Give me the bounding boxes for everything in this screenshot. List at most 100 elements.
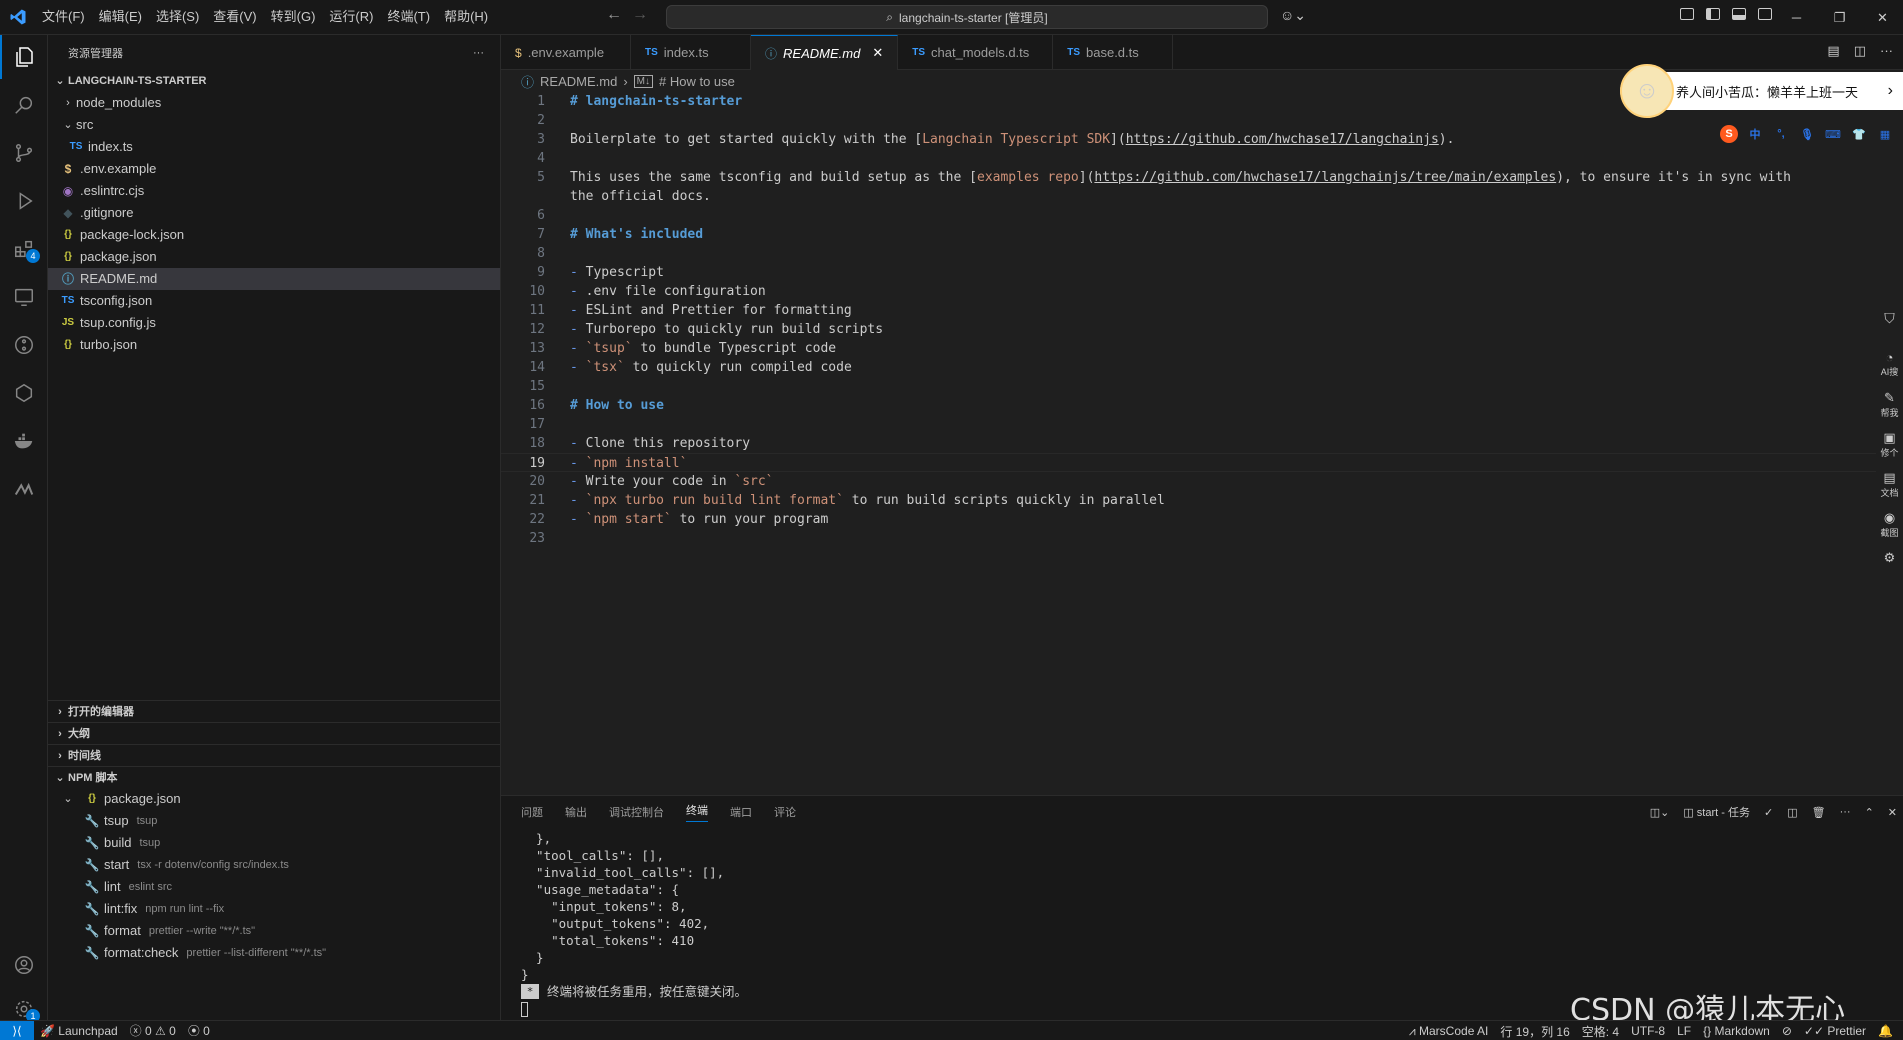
- close-window-icon[interactable]: ✕: [1861, 0, 1903, 35]
- tab-index-ts[interactable]: TS index.ts: [631, 35, 751, 70]
- tree-item-readme[interactable]: ⓘ README.md: [48, 268, 500, 290]
- indentation[interactable]: 空格: 4: [1576, 1023, 1625, 1040]
- npm-script-item[interactable]: 🔧 format:check prettier --list-different "…: [48, 942, 500, 964]
- tree-item-tsconfig[interactable]: TS tsconfig.json: [48, 290, 500, 312]
- settings-gear-icon[interactable]: ⚙: [1876, 550, 1903, 590]
- section-timeline[interactable]: › 时间线: [48, 744, 500, 766]
- code-line[interactable]: 21 - `npx turbo run build lint format` to…: [501, 491, 1903, 510]
- toggle-panel-icon[interactable]: [1732, 8, 1746, 20]
- cursor-position[interactable]: 行 19，列 16: [1494, 1023, 1575, 1040]
- minimize-icon[interactable]: ─: [1775, 0, 1818, 35]
- tab-readme[interactable]: ⓘ README.md ✕: [751, 35, 899, 70]
- toolbox-icon[interactable]: ▦: [1876, 125, 1894, 143]
- menu-help[interactable]: 帮助(H): [437, 5, 495, 29]
- document-tool[interactable]: ▤ 文档: [1876, 470, 1903, 510]
- code-line[interactable]: 14 - `tsx` to quickly run compiled code: [501, 358, 1903, 377]
- code-line[interactable]: 2: [501, 111, 1903, 130]
- notifications-bell-icon[interactable]: 🔔: [1872, 1024, 1899, 1038]
- tree-item-package-json[interactable]: {} package.json: [48, 246, 500, 268]
- code-line[interactable]: 18 - Clone this repository: [501, 434, 1903, 453]
- tab-ports[interactable]: 端口: [730, 804, 752, 820]
- menu-edit[interactable]: 编辑(E): [92, 5, 149, 29]
- code-line[interactable]: 15: [501, 377, 1903, 396]
- marscode-item[interactable]: ⩘ MarsCode AI: [1403, 1024, 1494, 1039]
- tree-item-index-ts[interactable]: TS index.ts: [48, 136, 500, 158]
- menu-selection[interactable]: 选择(S): [149, 5, 206, 29]
- close-panel-icon[interactable]: ✕: [1888, 806, 1897, 819]
- accounts-icon[interactable]: [0, 943, 48, 987]
- menu-file[interactable]: 文件(F): [35, 5, 92, 29]
- tab-env-example[interactable]: $ .env.example: [501, 35, 631, 70]
- toggle-secondary-sidebar-icon[interactable]: [1758, 8, 1772, 20]
- docker-icon[interactable]: [0, 419, 48, 463]
- tree-item-package-lock[interactable]: {} package-lock.json: [48, 224, 500, 246]
- tree-item-tsup-config[interactable]: JS tsup.config.js: [48, 312, 500, 334]
- punctuation-icon[interactable]: °,: [1772, 125, 1790, 143]
- breadcrumb-file[interactable]: README.md: [540, 74, 617, 89]
- code-line[interactable]: 11 - ESLint and Prettier for formatting: [501, 301, 1903, 320]
- menu-view[interactable]: 查看(V): [206, 5, 263, 29]
- search-view-icon[interactable]: [0, 83, 48, 127]
- tab-output[interactable]: 输出: [565, 804, 587, 820]
- code-line[interactable]: 7 # What's included: [501, 225, 1903, 244]
- terminal-task-selector[interactable]: ◫ start - 任务: [1683, 804, 1750, 820]
- tree-item-gitignore[interactable]: ◆ .gitignore: [48, 202, 500, 224]
- git-graph-icon[interactable]: [0, 323, 48, 367]
- tab-terminal[interactable]: 终端: [686, 802, 708, 822]
- tree-item-turbo-json[interactable]: {} turbo.json: [48, 334, 500, 356]
- layout-dropdown-icon[interactable]: ◫⌄: [1650, 806, 1670, 819]
- shield-icon[interactable]: ⛉: [1876, 310, 1903, 350]
- skin-icon[interactable]: 👕: [1850, 125, 1868, 143]
- code-line[interactable]: the official docs.: [501, 187, 1903, 206]
- tab-comments[interactable]: 评论: [774, 804, 796, 820]
- menu-run[interactable]: 运行(R): [322, 5, 380, 29]
- code-line[interactable]: 23: [501, 529, 1903, 548]
- trash-icon[interactable]: 🗑: [1812, 806, 1826, 819]
- tree-item-src[interactable]: ⌄ src: [48, 114, 500, 136]
- maximize-panel-icon[interactable]: ⌃: [1865, 806, 1874, 819]
- close-tab-icon[interactable]: ✕: [872, 45, 883, 61]
- npm-script-item[interactable]: 🔧 build tsup: [48, 832, 500, 854]
- fix-image-tool[interactable]: ▣ 修个: [1876, 430, 1903, 470]
- ai-search-tool[interactable]: ◔ AI搜: [1876, 350, 1903, 390]
- section-outline[interactable]: › 大纲: [48, 722, 500, 744]
- code-line[interactable]: 10 - .env file configuration: [501, 282, 1903, 301]
- npm-script-item[interactable]: 🔧 format prettier --write "**/*.ts": [48, 920, 500, 942]
- source-control-icon[interactable]: [0, 131, 48, 175]
- keyboard-icon[interactable]: ⌨: [1824, 125, 1842, 143]
- project-root[interactable]: ⌄ LANGCHAIN-TS-STARTER: [48, 70, 500, 92]
- code-line[interactable]: 9 - Typescript: [501, 263, 1903, 282]
- chevron-right-icon[interactable]: ›: [1888, 82, 1893, 100]
- encoding[interactable]: UTF-8: [1625, 1024, 1671, 1038]
- code-line[interactable]: 3 Boilerplate to get started quickly with…: [501, 130, 1903, 149]
- split-terminal-icon[interactable]: ◫: [1787, 806, 1797, 819]
- marscode-icon[interactable]: [0, 467, 48, 511]
- more-actions-icon[interactable]: ···: [473, 47, 484, 59]
- end-of-line[interactable]: LF: [1671, 1024, 1697, 1038]
- tree-item-eslintrc[interactable]: ◉ .eslintrc.cjs: [48, 180, 500, 202]
- section-npm-scripts[interactable]: ⌄ NPM 脚本: [48, 766, 500, 788]
- menu-go[interactable]: 转到(G): [264, 5, 323, 29]
- code-line[interactable]: 17: [501, 415, 1903, 434]
- remote-explorer-icon[interactable]: [0, 275, 48, 319]
- language-mode[interactable]: {} Markdown: [1697, 1024, 1776, 1038]
- run-debug-icon[interactable]: [0, 179, 48, 223]
- terminal-output[interactable]: }, "tool_calls": [], "invalid_tool_calls…: [521, 830, 747, 1017]
- section-open-editors[interactable]: › 打开的编辑器: [48, 700, 500, 722]
- code-line[interactable]: 6: [501, 206, 1903, 225]
- code-line[interactable]: 12 - Turborepo to quickly run build scrip…: [501, 320, 1903, 339]
- npm-script-item[interactable]: 🔧 start tsx -r dotenv/config src/index.ts: [48, 854, 500, 876]
- code-line[interactable]: 8: [501, 244, 1903, 263]
- testing-icon[interactable]: [0, 371, 48, 415]
- split-editor-icon[interactable]: ◫: [1854, 43, 1866, 59]
- help-write-tool[interactable]: ✎ 帮我: [1876, 390, 1903, 430]
- ports-item[interactable]: ⦿ 0: [182, 1022, 216, 1039]
- code-line[interactable]: 13 - `tsup` to bundle Typescript code: [501, 339, 1903, 358]
- npm-script-item[interactable]: 🔧 tsup tsup: [48, 810, 500, 832]
- no-copilot-icon[interactable]: ⊘: [1776, 1024, 1798, 1038]
- breadcrumb-section[interactable]: # How to use: [659, 74, 735, 89]
- tree-item-node-modules[interactable]: › node_modules: [48, 92, 500, 114]
- code-line[interactable]: 5 This uses the same tsconfig and build s…: [501, 168, 1903, 187]
- npm-package-json[interactable]: ⌄ {} package.json: [48, 788, 500, 810]
- sogou-logo-icon[interactable]: S: [1720, 125, 1738, 143]
